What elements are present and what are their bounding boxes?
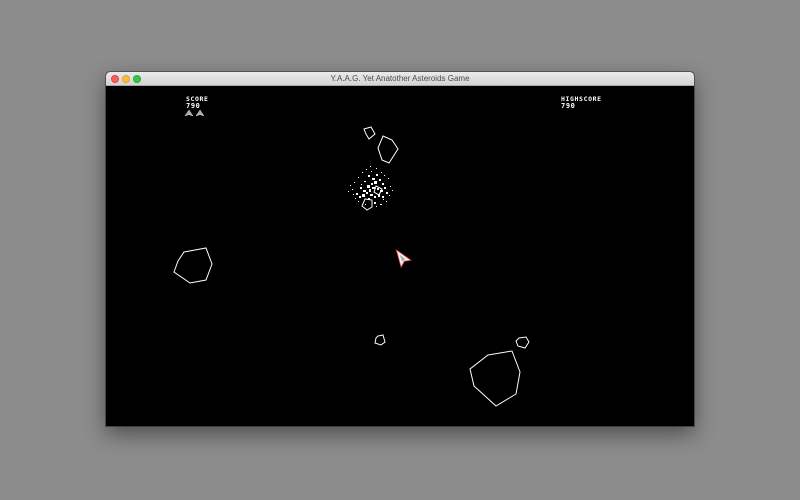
title-bar[interactable]: Y.A.A.G. Yet Anatother Asteroids Game <box>106 72 694 86</box>
asteroid-large <box>469 350 521 407</box>
playfield <box>173 126 530 407</box>
asteroid-small <box>363 126 376 140</box>
asteroid-medium <box>377 135 399 164</box>
asteroid-large <box>173 247 213 284</box>
window-title: Y.A.A.G. Yet Anatother Asteroids Game <box>330 74 470 83</box>
asteroid-small <box>374 334 386 346</box>
player-ship <box>395 248 412 269</box>
asteroid-small <box>515 336 530 349</box>
game-window: Y.A.A.G. Yet Anatother Asteroids Game Sc… <box>106 72 694 426</box>
explosion-debris <box>348 166 393 207</box>
asteroid-small <box>361 198 373 211</box>
game-canvas[interactable]: Score 790 Highscore 790 <box>106 86 694 426</box>
